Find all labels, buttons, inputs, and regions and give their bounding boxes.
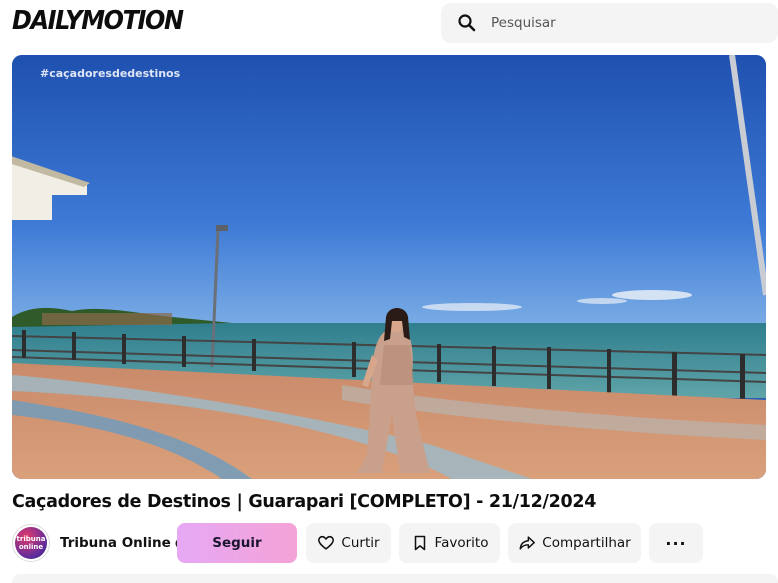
share-button[interactable]: Compartilhar	[508, 523, 641, 563]
avatar-logo: tribuna online	[15, 527, 47, 559]
favorite-label: Favorito	[434, 535, 489, 551]
follow-button[interactable]: Seguir	[177, 523, 297, 563]
search-bar[interactable]	[441, 3, 778, 43]
like-button[interactable]: Curtir	[306, 523, 391, 563]
favorite-button[interactable]: Favorito	[399, 523, 500, 563]
bookmark-icon	[414, 535, 425, 551]
video-title: Caçadores de Destinos | Guarapari [COMPL…	[12, 492, 597, 512]
more-options-button[interactable]: ···	[649, 523, 703, 563]
search-icon	[458, 14, 476, 32]
dailymotion-logo[interactable]: DAILYMOTION	[12, 6, 184, 36]
share-label: Compartilhar	[542, 535, 631, 551]
search-input[interactable]	[489, 14, 753, 32]
video-player[interactable]: #caçadoresdedestinos	[12, 55, 766, 479]
video-hashtag-overlay: #caçadoresdedestinos	[40, 67, 181, 80]
avatar-text-line2: online	[18, 543, 44, 551]
channel-avatar[interactable]: tribuna online	[12, 524, 50, 562]
channel-name[interactable]: Tribuna Online	[60, 535, 171, 551]
description-panel-edge	[12, 574, 778, 583]
channel-info[interactable]: tribuna online Tribuna Online	[12, 523, 186, 563]
share-arrow-icon	[519, 536, 536, 550]
avatar-text-line1: tribuna	[16, 535, 46, 543]
video-frame	[12, 55, 766, 479]
like-label: Curtir	[341, 535, 380, 551]
heart-icon	[318, 535, 335, 550]
